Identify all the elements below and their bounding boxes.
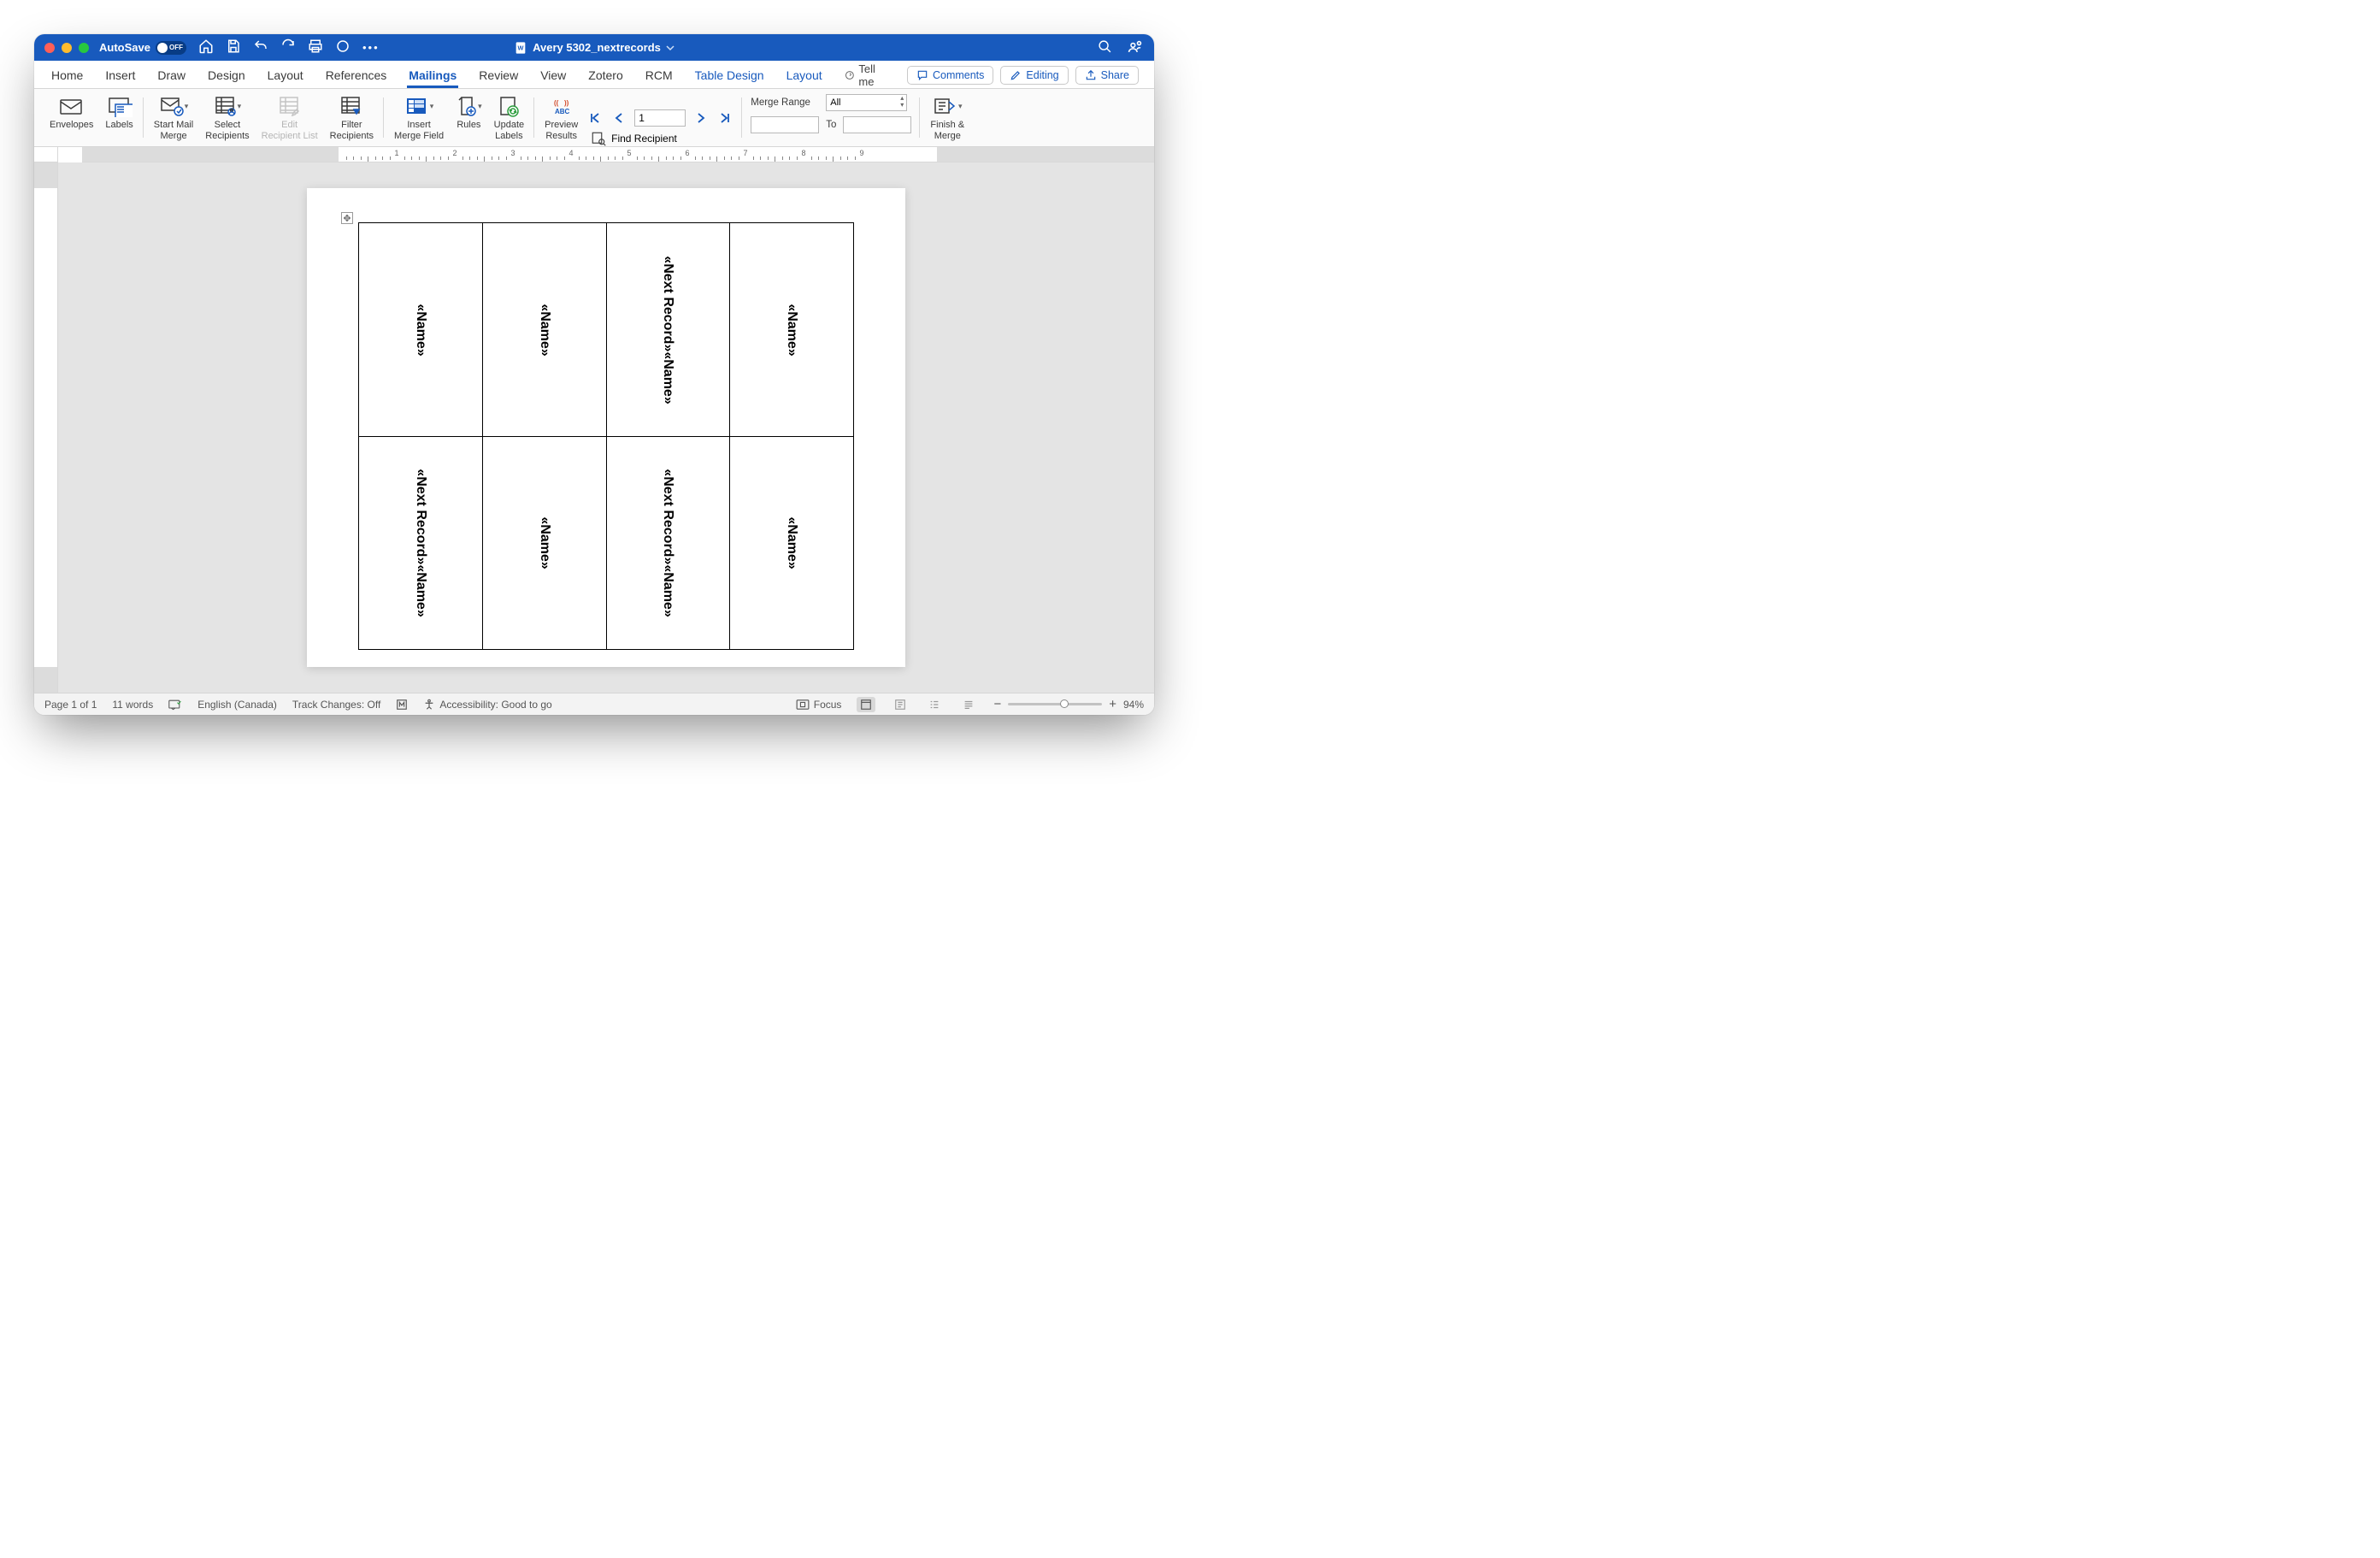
autosave-toggle[interactable]: AutoSave OFF [99,41,186,55]
save-icon[interactable] [226,38,241,56]
envelopes-button[interactable]: Envelopes [48,94,95,131]
zoom-slider[interactable] [1008,703,1102,705]
zoom-level[interactable]: 94% [1123,699,1144,711]
status-track-changes[interactable]: Track Changes: Off [292,699,380,711]
merge-to-label: To [826,120,836,130]
merge-range-select[interactable] [826,94,907,111]
first-record-button[interactable] [586,109,604,127]
tab-review[interactable]: Review [477,63,520,88]
document-canvas[interactable]: ✥ «Name» «Name» «Next Record»«Name» «Nam… [58,162,1154,693]
editing-mode-button[interactable]: Editing [1000,66,1068,85]
finish-merge-button[interactable]: ▾Finish &Merge [928,94,966,141]
traffic-zoom[interactable] [79,43,89,53]
merge-from-input[interactable] [751,116,819,133]
status-accessibility[interactable]: Accessibility: Good to go [423,699,551,711]
label-cell[interactable]: «Name» [359,223,483,437]
chevron-down-icon [666,44,675,52]
table-anchor-icon[interactable]: ✥ [341,212,353,224]
traffic-minimize[interactable] [62,43,72,53]
labels-button[interactable]: Labels [103,94,134,131]
label-cell[interactable]: «Next Record»«Name» [606,436,730,650]
label-cell[interactable]: «Name» [482,223,606,437]
tab-rcm[interactable]: RCM [644,63,675,88]
tab-view[interactable]: View [539,63,568,88]
status-spellcheck[interactable] [168,699,182,711]
traffic-close[interactable] [44,43,55,53]
home-icon[interactable] [198,38,214,56]
document-workspace: ✥ «Name» «Name» «Next Record»«Name» «Nam… [34,162,1154,693]
label-cell[interactable]: «Next Record»«Name» [606,223,730,437]
label-cell[interactable]: «Name» [730,436,854,650]
svg-text:)): )) [564,99,569,107]
share-people-icon[interactable] [1128,38,1144,57]
record-number-input[interactable] [634,109,686,127]
insert-merge-field-button[interactable]: ▾InsertMerge Field [392,94,445,141]
label-cell[interactable]: «Name» [730,223,854,437]
page: ✥ «Name» «Name» «Next Record»«Name» «Nam… [307,188,905,667]
last-record-button[interactable] [716,109,733,127]
outline-view[interactable] [925,697,944,712]
tab-design[interactable]: Design [206,63,247,88]
tab-references[interactable]: References [324,63,389,88]
find-recipient-icon [591,131,606,146]
more-icon[interactable]: ••• [362,41,380,54]
svg-text:W: W [518,44,524,51]
filter-recipients-button[interactable]: FilterRecipients [328,94,375,141]
titlebar: AutoSave OFF ••• W Avery 5302_nextrecord… [34,34,1154,61]
next-record-button[interactable] [692,109,710,127]
share-button[interactable]: Share [1075,66,1139,85]
merge-range-label: Merge Range [751,97,819,108]
comments-button[interactable]: Comments [907,66,993,85]
tab-zotero[interactable]: Zotero [586,63,624,88]
tab-layout[interactable]: Layout [785,63,824,88]
undo-icon[interactable] [253,38,268,56]
touch-mode-icon[interactable] [335,38,351,56]
label-cell[interactable]: «Next Record»«Name» [359,436,483,650]
select-recipients-button[interactable]: ▾SelectRecipients [203,94,250,141]
edit-recipient-list-button: EditRecipient List [260,94,320,141]
focus-mode-button[interactable]: Focus [796,699,842,711]
prev-record-button[interactable] [610,109,627,127]
horizontal-ruler[interactable]: 123456789 [82,147,1154,162]
update-labels-button[interactable]: UpdateLabels [492,94,526,141]
status-language[interactable]: English (Canada) [197,699,277,711]
find-recipient-button[interactable]: Find Recipient [611,133,677,145]
status-bar: Page 1 of 1 11 words English (Canada) Tr… [34,693,1154,715]
label-cell[interactable]: «Name» [482,436,606,650]
app-window: AutoSave OFF ••• W Avery 5302_nextrecord… [34,34,1154,715]
vertical-ruler[interactable] [34,162,58,693]
autosave-label: AutoSave [99,41,150,54]
tab-mailings[interactable]: Mailings [407,63,458,88]
svg-text:((: (( [554,99,559,107]
rules-button[interactable]: ▾Rules [454,94,484,131]
tab-draw[interactable]: Draw [156,63,187,88]
status-macros[interactable] [396,699,408,711]
print-layout-view[interactable] [857,697,875,712]
labels-table[interactable]: «Name» «Name» «Next Record»«Name» «Name»… [358,222,854,650]
merge-to-input[interactable] [843,116,911,133]
zoom-out-button[interactable]: − [993,697,1001,711]
svg-text:ABC: ABC [555,108,570,115]
redo-icon[interactable] [280,38,296,56]
tell-me-search[interactable]: Tell me [845,62,888,88]
start-mail-merge-button[interactable]: ▾Start MailMerge [152,94,195,141]
zoom-in-button[interactable]: + [1109,697,1116,711]
ribbon-mailings: Envelopes Labels ▾Start MailMerge ▾Selec… [34,89,1154,147]
draft-view[interactable] [959,697,978,712]
print-icon[interactable] [308,38,323,56]
ribbon-tabs: Home Insert Draw Design Layout References Mail… [34,61,1154,89]
tab-table-design[interactable]: Table Design [693,63,766,88]
tab-insert[interactable]: Insert [103,63,137,88]
tab-layout[interactable]: Layout [266,63,305,88]
status-words[interactable]: 11 words [112,699,153,711]
status-page[interactable]: Page 1 of 1 [44,699,97,711]
web-layout-view[interactable] [891,697,910,712]
search-icon[interactable] [1098,39,1112,56]
preview-results-button[interactable]: (())ABC PreviewResults [543,94,580,141]
tab-home[interactable]: Home [50,63,85,88]
